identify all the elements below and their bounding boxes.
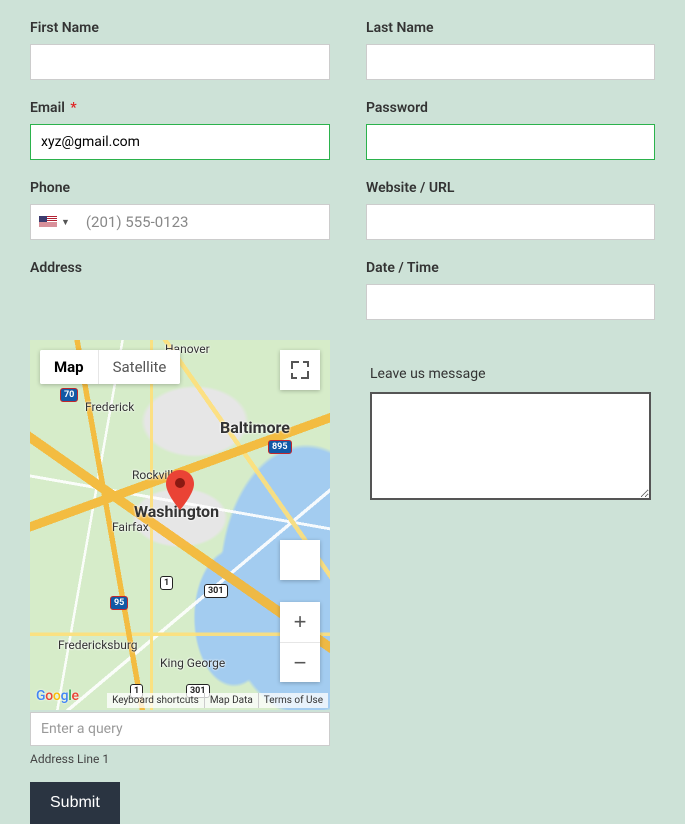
first-name-input[interactable] bbox=[30, 44, 330, 80]
map[interactable]: Hanover Frederick Baltimore Rockville Wa… bbox=[30, 340, 330, 710]
address-label: Address bbox=[30, 260, 330, 276]
email-input[interactable] bbox=[30, 124, 330, 160]
phone-label: Phone bbox=[30, 180, 330, 196]
password-label: Password bbox=[366, 100, 655, 116]
email-label: Email * bbox=[30, 100, 330, 116]
shield-i895: 895 bbox=[268, 440, 292, 454]
message-label: Leave us message bbox=[370, 366, 651, 382]
address-line1-label: Address Line 1 bbox=[30, 752, 330, 766]
datetime-label: Date / Time bbox=[366, 260, 655, 276]
map-zoom-in[interactable]: + bbox=[280, 602, 320, 642]
phone-input[interactable] bbox=[78, 205, 329, 239]
message-textarea[interactable] bbox=[370, 392, 651, 500]
address-query-input[interactable] bbox=[30, 712, 330, 746]
website-label: Website / URL bbox=[366, 180, 655, 196]
required-indicator: * bbox=[70, 100, 76, 116]
map-place-frederick: Frederick bbox=[85, 400, 134, 414]
last-name-input[interactable] bbox=[366, 44, 655, 80]
map-overlay-box bbox=[280, 540, 320, 580]
fullscreen-icon bbox=[292, 362, 308, 378]
map-place-washington: Washington bbox=[134, 502, 219, 521]
submit-button[interactable]: Submit bbox=[30, 782, 120, 824]
first-name-label: First Name bbox=[30, 20, 330, 36]
map-place-fredericksburg: Fredericksburg bbox=[58, 638, 138, 652]
map-place-king-george: King George bbox=[160, 656, 225, 670]
datetime-input[interactable] bbox=[366, 284, 655, 320]
map-place-rockville: Rockville bbox=[132, 468, 180, 482]
map-place-fairfax: Fairfax bbox=[112, 520, 149, 534]
shield-us1: 1 bbox=[160, 576, 173, 590]
map-place-baltimore: Baltimore bbox=[220, 418, 290, 437]
map-attrib-terms[interactable]: Terms of Use bbox=[258, 693, 328, 708]
last-name-label: Last Name bbox=[366, 20, 655, 36]
website-input[interactable] bbox=[366, 204, 655, 240]
map-type-satellite[interactable]: Satellite bbox=[98, 350, 181, 384]
phone-country-select[interactable]: ▼ bbox=[31, 205, 78, 239]
map-type-map[interactable]: Map bbox=[40, 350, 98, 384]
shield-i95: 95 bbox=[110, 596, 128, 610]
google-logo: Google bbox=[36, 688, 79, 704]
us-flag-icon bbox=[39, 216, 57, 228]
shield-us301a: 301 bbox=[204, 584, 228, 598]
map-attrib-mapdata[interactable]: Map Data bbox=[204, 693, 258, 708]
password-input[interactable] bbox=[366, 124, 655, 160]
map-attrib-shortcuts[interactable]: Keyboard shortcuts bbox=[107, 693, 204, 708]
shield-i70: 70 bbox=[60, 388, 78, 402]
chevron-down-icon: ▼ bbox=[61, 217, 70, 228]
map-fullscreen-button[interactable] bbox=[280, 350, 320, 390]
map-zoom-out[interactable]: − bbox=[280, 642, 320, 682]
